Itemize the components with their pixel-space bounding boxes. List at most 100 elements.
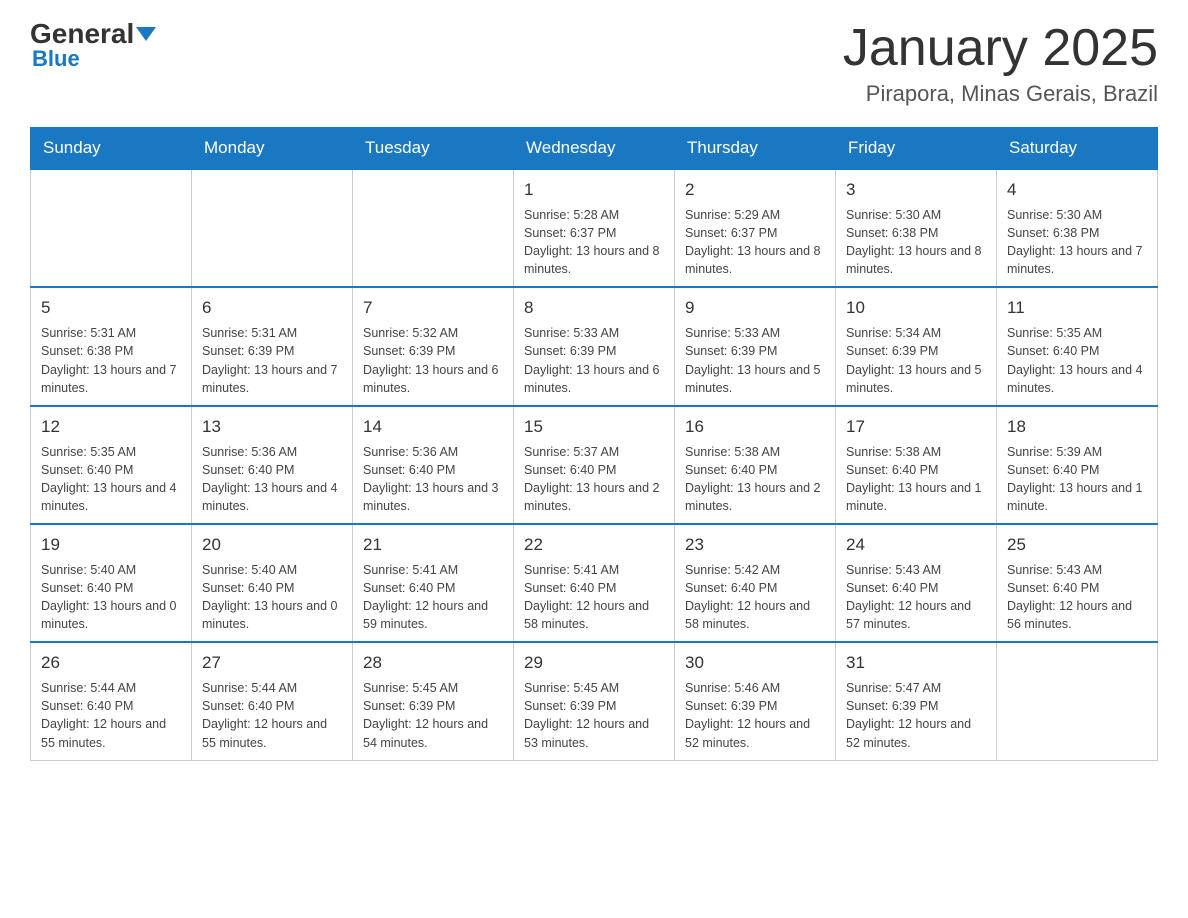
day-info: Sunrise: 5:40 AM Sunset: 6:40 PM Dayligh…	[41, 561, 181, 634]
calendar-cell: 31Sunrise: 5:47 AM Sunset: 6:39 PM Dayli…	[836, 642, 997, 760]
day-info: Sunrise: 5:44 AM Sunset: 6:40 PM Dayligh…	[202, 679, 342, 752]
calendar-cell: 1 Sunrise: 5:28 AM Sunset: 6:37 PM Daylig…	[514, 169, 675, 287]
calendar-week-row: 12 Sunrise: 5:35 AM Sunset: 6:40 PM Dayli…	[31, 406, 1158, 524]
calendar-header-friday: Friday	[836, 128, 997, 170]
calendar-cell: 24Sunrise: 5:43 AM Sunset: 6:40 PM Dayli…	[836, 524, 997, 642]
calendar-cell: 29 Sunrise: 5:45 AM Sunset: 6:39 PM Dayli…	[514, 642, 675, 760]
day-number: 11	[1007, 296, 1147, 320]
day-number: 18	[1007, 415, 1147, 439]
calendar-cell: 2Sunrise: 5:29 AM Sunset: 6:37 PM Daylig…	[675, 169, 836, 287]
calendar-cell: 8Sunrise: 5:33 AM Sunset: 6:39 PM Daylig…	[514, 287, 675, 405]
calendar-table: SundayMondayTuesdayWednesdayThursdayFrid…	[30, 127, 1158, 760]
day-number: 4	[1007, 178, 1147, 202]
day-info: Sunrise: 5:31 AM Sunset: 6:39 PM Dayligh…	[202, 324, 342, 397]
day-number: 14	[363, 415, 503, 439]
day-info: Sunrise: 5:44 AM Sunset: 6:40 PM Dayligh…	[41, 679, 181, 752]
calendar-header-row: SundayMondayTuesdayWednesdayThursdayFrid…	[31, 128, 1158, 170]
calendar-cell: 15 Sunrise: 5:37 AM Sunset: 6:40 PM Dayli…	[514, 406, 675, 524]
calendar-cell: 13Sunrise: 5:36 AM Sunset: 6:40 PM Dayli…	[192, 406, 353, 524]
day-info: Sunrise: 5:31 AM Sunset: 6:38 PM Dayligh…	[41, 324, 181, 397]
day-number: 22	[524, 533, 664, 557]
title-section: January 2025 Pirapora, Minas Gerais, Bra…	[843, 20, 1158, 107]
day-info: Sunrise: 5:30 AM Sunset: 6:38 PM Dayligh…	[1007, 206, 1147, 279]
calendar-cell	[192, 169, 353, 287]
calendar-cell	[353, 169, 514, 287]
day-info: Sunrise: 5:33 AM Sunset: 6:39 PM Dayligh…	[685, 324, 825, 397]
day-info: Sunrise: 5:42 AM Sunset: 6:40 PM Dayligh…	[685, 561, 825, 634]
logo-general: General	[30, 20, 156, 48]
day-info: Sunrise: 5:36 AM Sunset: 6:40 PM Dayligh…	[363, 443, 503, 516]
calendar-cell: 21Sunrise: 5:41 AM Sunset: 6:40 PM Dayli…	[353, 524, 514, 642]
day-number: 25	[1007, 533, 1147, 557]
calendar-body: 1 Sunrise: 5:28 AM Sunset: 6:37 PM Daylig…	[31, 169, 1158, 760]
day-number: 2	[685, 178, 825, 202]
calendar-header-monday: Monday	[192, 128, 353, 170]
calendar-cell: 22Sunrise: 5:41 AM Sunset: 6:40 PM Dayli…	[514, 524, 675, 642]
day-number: 28	[363, 651, 503, 675]
day-number: 9	[685, 296, 825, 320]
day-number: 5	[41, 296, 181, 320]
day-number: 29	[524, 651, 664, 675]
day-number: 7	[363, 296, 503, 320]
day-info: Sunrise: 5:38 AM Sunset: 6:40 PM Dayligh…	[685, 443, 825, 516]
day-number: 15	[524, 415, 664, 439]
calendar-header-thursday: Thursday	[675, 128, 836, 170]
calendar-cell: 17Sunrise: 5:38 AM Sunset: 6:40 PM Dayli…	[836, 406, 997, 524]
calendar-cell: 30Sunrise: 5:46 AM Sunset: 6:39 PM Dayli…	[675, 642, 836, 760]
calendar-header-saturday: Saturday	[997, 128, 1158, 170]
calendar-cell: 12 Sunrise: 5:35 AM Sunset: 6:40 PM Dayli…	[31, 406, 192, 524]
calendar-cell	[31, 169, 192, 287]
calendar-cell: 5 Sunrise: 5:31 AM Sunset: 6:38 PM Daylig…	[31, 287, 192, 405]
subtitle: Pirapora, Minas Gerais, Brazil	[843, 81, 1158, 107]
day-info: Sunrise: 5:41 AM Sunset: 6:40 PM Dayligh…	[363, 561, 503, 634]
day-number: 30	[685, 651, 825, 675]
day-number: 1	[524, 178, 664, 202]
day-info: Sunrise: 5:30 AM Sunset: 6:38 PM Dayligh…	[846, 206, 986, 279]
day-info: Sunrise: 5:37 AM Sunset: 6:40 PM Dayligh…	[524, 443, 664, 516]
main-title: January 2025	[843, 20, 1158, 77]
day-number: 16	[685, 415, 825, 439]
calendar-cell: 7 Sunrise: 5:32 AM Sunset: 6:39 PM Daylig…	[353, 287, 514, 405]
day-info: Sunrise: 5:39 AM Sunset: 6:40 PM Dayligh…	[1007, 443, 1147, 516]
calendar-cell: 18 Sunrise: 5:39 AM Sunset: 6:40 PM Dayli…	[997, 406, 1158, 524]
calendar-cell: 20Sunrise: 5:40 AM Sunset: 6:40 PM Dayli…	[192, 524, 353, 642]
calendar-cell: 9 Sunrise: 5:33 AM Sunset: 6:39 PM Daylig…	[675, 287, 836, 405]
day-number: 26	[41, 651, 181, 675]
calendar-header-tuesday: Tuesday	[353, 128, 514, 170]
logo: General Blue	[30, 20, 156, 72]
calendar-cell: 4 Sunrise: 5:30 AM Sunset: 6:38 PM Daylig…	[997, 169, 1158, 287]
day-info: Sunrise: 5:33 AM Sunset: 6:39 PM Dayligh…	[524, 324, 664, 397]
day-info: Sunrise: 5:43 AM Sunset: 6:40 PM Dayligh…	[1007, 561, 1147, 634]
day-info: Sunrise: 5:32 AM Sunset: 6:39 PM Dayligh…	[363, 324, 503, 397]
calendar-cell: 11 Sunrise: 5:35 AM Sunset: 6:40 PM Dayli…	[997, 287, 1158, 405]
day-info: Sunrise: 5:35 AM Sunset: 6:40 PM Dayligh…	[1007, 324, 1147, 397]
calendar-cell: 23Sunrise: 5:42 AM Sunset: 6:40 PM Dayli…	[675, 524, 836, 642]
calendar-cell: 14 Sunrise: 5:36 AM Sunset: 6:40 PM Dayli…	[353, 406, 514, 524]
calendar-cell: 25 Sunrise: 5:43 AM Sunset: 6:40 PM Dayli…	[997, 524, 1158, 642]
day-info: Sunrise: 5:40 AM Sunset: 6:40 PM Dayligh…	[202, 561, 342, 634]
day-info: Sunrise: 5:45 AM Sunset: 6:39 PM Dayligh…	[524, 679, 664, 752]
day-number: 3	[846, 178, 986, 202]
day-info: Sunrise: 5:45 AM Sunset: 6:39 PM Dayligh…	[363, 679, 503, 752]
day-number: 10	[846, 296, 986, 320]
day-number: 12	[41, 415, 181, 439]
calendar-week-row: 26 Sunrise: 5:44 AM Sunset: 6:40 PM Dayli…	[31, 642, 1158, 760]
calendar-cell: 3 Sunrise: 5:30 AM Sunset: 6:38 PM Daylig…	[836, 169, 997, 287]
logo-blue: Blue	[32, 46, 80, 72]
calendar-cell: 6Sunrise: 5:31 AM Sunset: 6:39 PM Daylig…	[192, 287, 353, 405]
calendar-cell: 28 Sunrise: 5:45 AM Sunset: 6:39 PM Dayli…	[353, 642, 514, 760]
day-info: Sunrise: 5:35 AM Sunset: 6:40 PM Dayligh…	[41, 443, 181, 516]
day-number: 27	[202, 651, 342, 675]
day-info: Sunrise: 5:47 AM Sunset: 6:39 PM Dayligh…	[846, 679, 986, 752]
calendar-header-wednesday: Wednesday	[514, 128, 675, 170]
calendar-cell	[997, 642, 1158, 760]
calendar-cell: 16 Sunrise: 5:38 AM Sunset: 6:40 PM Dayli…	[675, 406, 836, 524]
day-info: Sunrise: 5:34 AM Sunset: 6:39 PM Dayligh…	[846, 324, 986, 397]
day-number: 19	[41, 533, 181, 557]
day-info: Sunrise: 5:43 AM Sunset: 6:40 PM Dayligh…	[846, 561, 986, 634]
calendar-week-row: 5 Sunrise: 5:31 AM Sunset: 6:38 PM Daylig…	[31, 287, 1158, 405]
page-header: General Blue January 2025 Pirapora, Mina…	[30, 20, 1158, 107]
day-info: Sunrise: 5:38 AM Sunset: 6:40 PM Dayligh…	[846, 443, 986, 516]
calendar-header: SundayMondayTuesdayWednesdayThursdayFrid…	[31, 128, 1158, 170]
day-info: Sunrise: 5:28 AM Sunset: 6:37 PM Dayligh…	[524, 206, 664, 279]
